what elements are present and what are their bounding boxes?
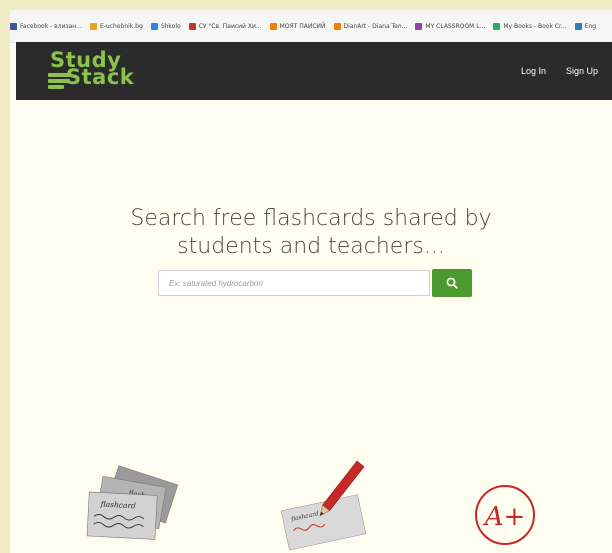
bookmark-label: Facebook - влизан... [20,22,82,30]
hero-heading: Search free flashcards shared by student… [10,205,612,261]
euchebnik-icon [89,22,97,30]
bookmark-label: Shkolo [160,22,181,30]
bookmark-item[interactable]: DianArt - Diana Ten... [333,22,408,30]
search-input[interactable] [158,270,430,296]
bookmark-item[interactable]: E-uchebnik.bg [89,22,143,30]
blogger-icon [333,22,341,30]
classroom-icon [415,22,423,30]
hero-line-2: students and teachers... [177,234,445,259]
bookmark-item[interactable]: Eng [574,22,597,30]
bookmark-label: СУ "Св. Паисий Хи... [198,22,262,30]
bookmark-label: Eng [584,22,597,30]
bookmark-label: MY CLASSROOM L... [425,22,486,30]
grade-text: A+ [483,502,526,532]
bookmark-item[interactable]: MY CLASSROOM L... [415,22,486,30]
logo-stripe [48,73,70,77]
browser-viewport: Facebook - влизан... E-uchebnik.bg Shkolo С… [10,10,612,553]
bookmark-item[interactable]: My Books - Book Cr... [493,22,567,30]
grade-illustration: A+ [465,475,545,553]
wifi-icon [574,22,582,30]
bookmark-item[interactable]: МОЯТ ПАИСИЙ [269,22,326,30]
bookmark-label: DianArt - Diana Ten... [343,22,408,30]
bookmarks-bar: Facebook - влизан... E-uchebnik.bg Shkolo С… [10,10,612,43]
flashcard-text-3: flashcard [99,500,136,511]
nav-links: Log In Sign Up [501,42,598,100]
bookcreator-icon [493,22,501,30]
shkolo-icon [150,22,158,30]
bookmark-label: My Books - Book Cr... [503,22,567,30]
bookmark-item[interactable]: Facebook - влизан... [10,22,82,30]
signup-link[interactable]: Sign Up [566,66,598,76]
bookmark-item[interactable]: СУ "Св. Паисий Хи... [188,22,262,30]
school-icon [188,22,196,30]
bookmark-label: МОЯТ ПАИСИЙ [279,22,326,30]
hero-line-1: Search free flashcards shared by [130,206,492,231]
pencil-card-illustration: flashcard [270,450,380,553]
studystack-logo[interactable]: Study Stack [42,48,140,94]
logo-line2: Stack [66,65,135,89]
bookmark-label: E-uchebnik.bg [99,22,143,30]
logo-stripe [48,79,70,83]
search-button[interactable] [432,269,472,297]
bookmark-item[interactable]: Shkolo [150,22,181,30]
navbar: Study Stack Log In Sign Up [16,42,612,100]
blogger-icon [269,22,277,30]
login-link[interactable]: Log In [521,66,546,76]
flashcards-illustration: flash flash flashcard [78,458,188,553]
search-icon [446,277,458,289]
logo-stripe [48,85,64,89]
search-form [158,269,474,298]
facebook-icon [10,22,17,30]
